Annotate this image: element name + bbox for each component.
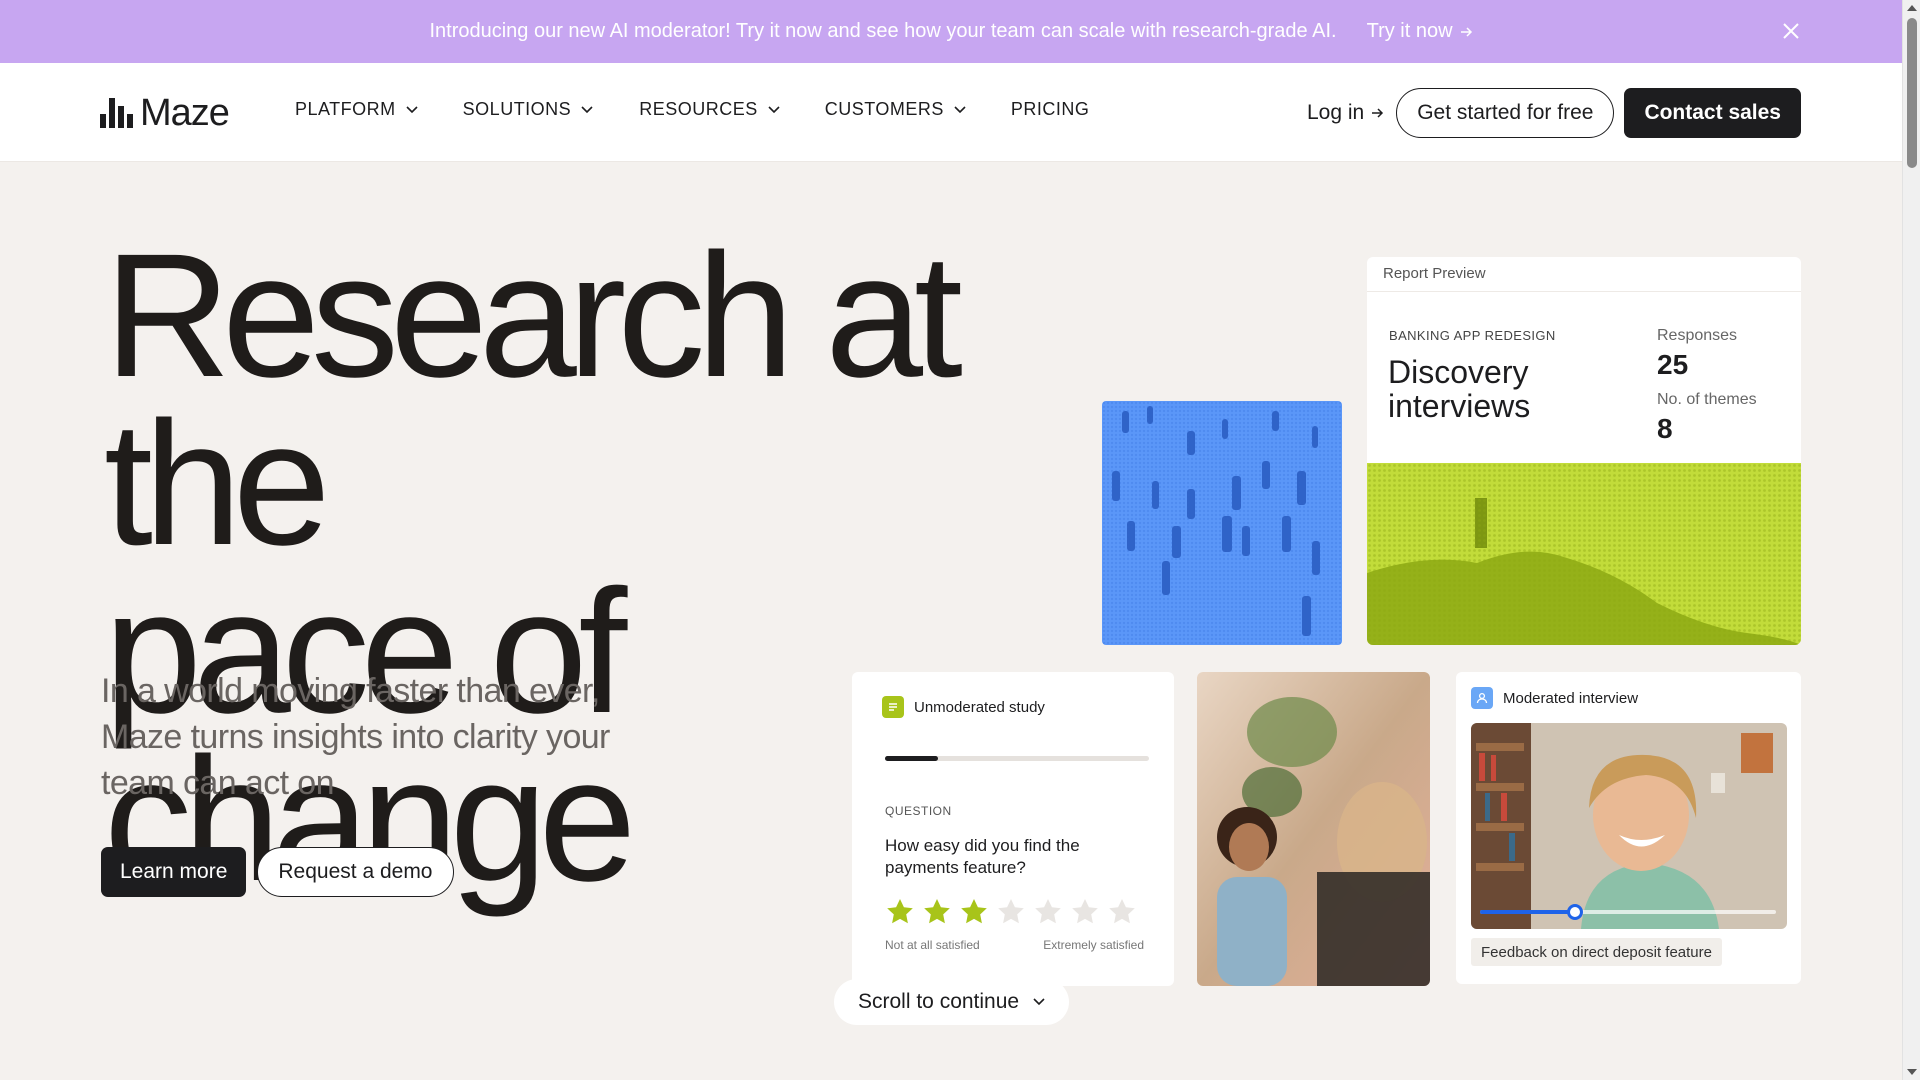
video-scrubber-handle[interactable] xyxy=(1566,904,1583,920)
moderated-interview-card: Moderated interview Feedback on direct d… xyxy=(1456,672,1801,984)
star-empty-icon[interactable] xyxy=(1070,897,1100,927)
hero-title-line: Research at the xyxy=(104,218,963,582)
scroll-to-continue-button[interactable]: Scroll to continue xyxy=(834,979,1070,1025)
video-scrubber-fill xyxy=(1480,910,1575,914)
responses-label: Responses xyxy=(1657,327,1738,344)
nav-actions: Log in Get started for free Contact sale… xyxy=(1307,88,1801,138)
chevron-down-icon xyxy=(581,105,593,113)
star-filled-icon[interactable] xyxy=(885,897,915,927)
scale-high-label: Extremely satisfied xyxy=(1043,938,1144,952)
study-progress-bar xyxy=(885,756,1149,761)
scrollbar-thumb[interactable] xyxy=(1907,18,1917,168)
report-title: Discovery interviews xyxy=(1388,354,1531,424)
unmoderated-badge: Unmoderated study xyxy=(882,696,1045,718)
announcement-message: Introducing our new AI moderator! Try it… xyxy=(429,20,1337,42)
nav-pricing[interactable]: PRICING xyxy=(1011,99,1090,120)
study-progress-fill xyxy=(885,756,938,761)
unmoderated-badge-label: Unmoderated study xyxy=(914,698,1045,716)
login-label: Log in xyxy=(1306,101,1365,124)
scroll-label: Scroll to continue xyxy=(858,990,1020,1013)
star-filled-icon[interactable] xyxy=(922,897,952,927)
learn-more-button[interactable]: Learn more xyxy=(101,847,247,897)
question-text: How easy did you find the payments featu… xyxy=(885,836,1080,877)
themes-label: No. of themes xyxy=(1657,391,1757,408)
contact-sales-button[interactable]: Contact sales xyxy=(1624,88,1801,138)
user-icon xyxy=(1471,687,1493,709)
nav-resources[interactable]: RESOURCES xyxy=(639,99,780,120)
nav-solutions[interactable]: SOLUTIONS xyxy=(463,99,594,120)
themes-value: 8 xyxy=(1657,413,1673,444)
scroll-up-icon[interactable] xyxy=(1907,5,1917,11)
login-link[interactable]: Log in xyxy=(1307,101,1384,125)
participant-photo xyxy=(1197,672,1430,986)
main-nav: Maze PLATFORM SOLUTIONS RESOURCES CUSTOM… xyxy=(0,63,1902,162)
report-preview-label: Report Preview xyxy=(1383,265,1486,282)
chevron-down-icon xyxy=(768,105,780,113)
hero-subtitle: In a world moving faster than ever, Maze… xyxy=(101,672,610,802)
study-icon xyxy=(882,696,904,718)
star-filled-icon[interactable] xyxy=(959,897,989,927)
star-empty-icon[interactable] xyxy=(996,897,1026,927)
video-caption: Feedback on direct deposit feature xyxy=(1471,938,1722,966)
nav-label: PRICING xyxy=(1010,99,1090,119)
close-icon[interactable] xyxy=(1778,18,1804,44)
responses-value: 25 xyxy=(1657,349,1689,380)
report-image xyxy=(1367,463,1801,645)
get-started-button[interactable]: Get started for free xyxy=(1396,88,1615,138)
report-preview-card: Report Preview BANKING APP REDESIGN Disc… xyxy=(1367,257,1801,645)
star-empty-icon[interactable] xyxy=(1107,897,1137,927)
arrow-right-icon xyxy=(1372,108,1384,118)
nav-platform[interactable]: PLATFORM xyxy=(295,99,418,120)
report-category: BANKING APP REDESIGN xyxy=(1389,328,1556,343)
star-empty-icon[interactable] xyxy=(1033,897,1063,927)
nav-links: PLATFORM SOLUTIONS RESOURCES CUSTOMERS P… xyxy=(295,99,1089,120)
scroll-down-icon[interactable] xyxy=(1907,1069,1917,1075)
request-demo-button[interactable]: Request a demo xyxy=(257,847,454,897)
scale-low-label: Not at all satisfied xyxy=(885,938,980,952)
nav-customers[interactable]: CUSTOMERS xyxy=(825,99,966,120)
interview-video[interactable] xyxy=(1471,723,1787,929)
chevron-down-icon xyxy=(954,105,966,113)
announcement-link[interactable]: Try it now xyxy=(1367,20,1473,43)
unmoderated-study-card: Unmoderated study QUESTION How easy did … xyxy=(852,672,1174,986)
crowd-image xyxy=(1102,401,1342,645)
nav-label: CUSTOMERS xyxy=(824,99,944,119)
nav-label: PLATFORM xyxy=(295,99,396,119)
chevron-down-icon xyxy=(1033,998,1045,1006)
hero-ctas: Learn more Request a demo xyxy=(101,847,454,897)
nav-label: SOLUTIONS xyxy=(462,99,572,119)
moderated-badge-label: Moderated interview xyxy=(1503,689,1639,707)
announcement-bar: Introducing our new AI moderator! Try it… xyxy=(0,0,1902,63)
logo-text: Maze xyxy=(140,91,230,134)
announcement-link-label: Try it now xyxy=(1366,20,1453,42)
maze-logo-icon xyxy=(100,98,133,128)
nav-label: RESOURCES xyxy=(639,99,758,119)
chevron-down-icon xyxy=(406,105,418,113)
question-label: QUESTION xyxy=(885,804,952,818)
divider xyxy=(1367,291,1801,292)
page-scrollbar[interactable] xyxy=(1902,0,1920,1080)
arrow-right-icon xyxy=(1460,26,1472,37)
moderated-badge: Moderated interview xyxy=(1471,687,1638,709)
star-rating[interactable] xyxy=(885,897,1137,927)
logo[interactable]: Maze xyxy=(100,91,230,134)
